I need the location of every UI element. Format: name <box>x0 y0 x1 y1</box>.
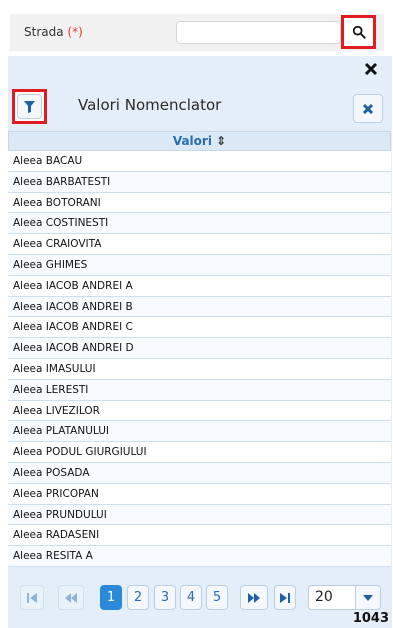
prev-page-button[interactable] <box>58 585 84 610</box>
first-page-button[interactable] <box>20 585 44 610</box>
last-page-button[interactable] <box>274 585 296 610</box>
page-size-dropdown-button[interactable] <box>355 585 381 610</box>
table-row[interactable]: Aleea BOTORANI <box>8 192 391 214</box>
next-page-icon <box>248 592 260 603</box>
table-row[interactable]: Aleea RADASENI <box>8 525 391 547</box>
page-4-button[interactable]: 4 <box>180 585 202 610</box>
close-icon <box>362 103 374 114</box>
search-button[interactable] <box>341 15 376 49</box>
table-row[interactable]: Aleea RESITA A <box>8 546 391 567</box>
dialog-title: Valori Nomenclator <box>78 96 222 114</box>
page-5-button[interactable]: 5 <box>206 585 228 610</box>
search-icon <box>352 25 366 39</box>
table-row[interactable]: Aleea GHIMES <box>8 254 391 276</box>
caret-down-icon <box>363 594 373 601</box>
table-row[interactable]: Aleea BARBATESTI <box>8 171 391 193</box>
table-row[interactable]: Aleea POSADA <box>8 462 391 484</box>
last-page-icon <box>280 592 290 603</box>
page-1-button[interactable]: 1 <box>100 585 122 610</box>
values-list: Aleea BACAU Aleea BARBATESTI Aleea BOTOR… <box>8 151 391 567</box>
street-field-row: Strada (*) <box>0 0 393 62</box>
prev-page-icon <box>65 592 77 603</box>
table-row[interactable]: Aleea IACOB ANDREI C <box>8 317 391 339</box>
street-input[interactable] <box>176 21 341 44</box>
table-row[interactable]: Aleea PRUNDULUI <box>8 504 391 526</box>
required-mark: (*) <box>67 25 83 39</box>
table-row[interactable]: Aleea LIVEZILOR <box>8 400 391 422</box>
table-row[interactable]: Aleea BACAU <box>8 151 391 172</box>
filter-button[interactable] <box>12 89 47 124</box>
page-size-select[interactable]: 20 <box>308 585 356 610</box>
table-row[interactable]: Aleea PODUL GIURGIULUI <box>8 442 391 463</box>
next-page-button[interactable] <box>240 585 268 610</box>
street-label: Strada (*) <box>24 25 83 39</box>
table-row[interactable]: Aleea IACOB ANDREI B <box>8 296 391 318</box>
filter-icon <box>24 100 35 113</box>
first-page-icon <box>27 592 37 603</box>
table-row[interactable]: Aleea IACOB ANDREI D <box>8 338 391 359</box>
filter-button-inner <box>17 94 42 119</box>
table-row[interactable]: Aleea PRICOPAN <box>8 483 391 505</box>
page-2-button[interactable]: 2 <box>127 585 149 610</box>
table-row[interactable]: Aleea IACOB ANDREI A <box>8 275 391 297</box>
table-row[interactable]: Aleea PLATANULUI <box>8 421 391 443</box>
dialog-close-button[interactable] <box>353 94 383 123</box>
table-row[interactable]: Aleea CRAIOVITA <box>8 234 391 255</box>
table-row[interactable]: Aleea LERESTI <box>8 379 391 401</box>
close-icon[interactable] <box>364 62 378 76</box>
column-header-valori[interactable]: Valori ⇕ <box>8 131 391 151</box>
total-count: 1043 <box>352 611 389 626</box>
table-row[interactable]: Aleea COSTINESTI <box>8 213 391 235</box>
sort-icon: ⇕ <box>216 134 227 148</box>
page-3-button[interactable]: 3 <box>154 585 176 610</box>
pagination: 1 2 3 4 5 20 <box>8 583 391 613</box>
table-row[interactable]: Aleea IMASULUI <box>8 358 391 380</box>
